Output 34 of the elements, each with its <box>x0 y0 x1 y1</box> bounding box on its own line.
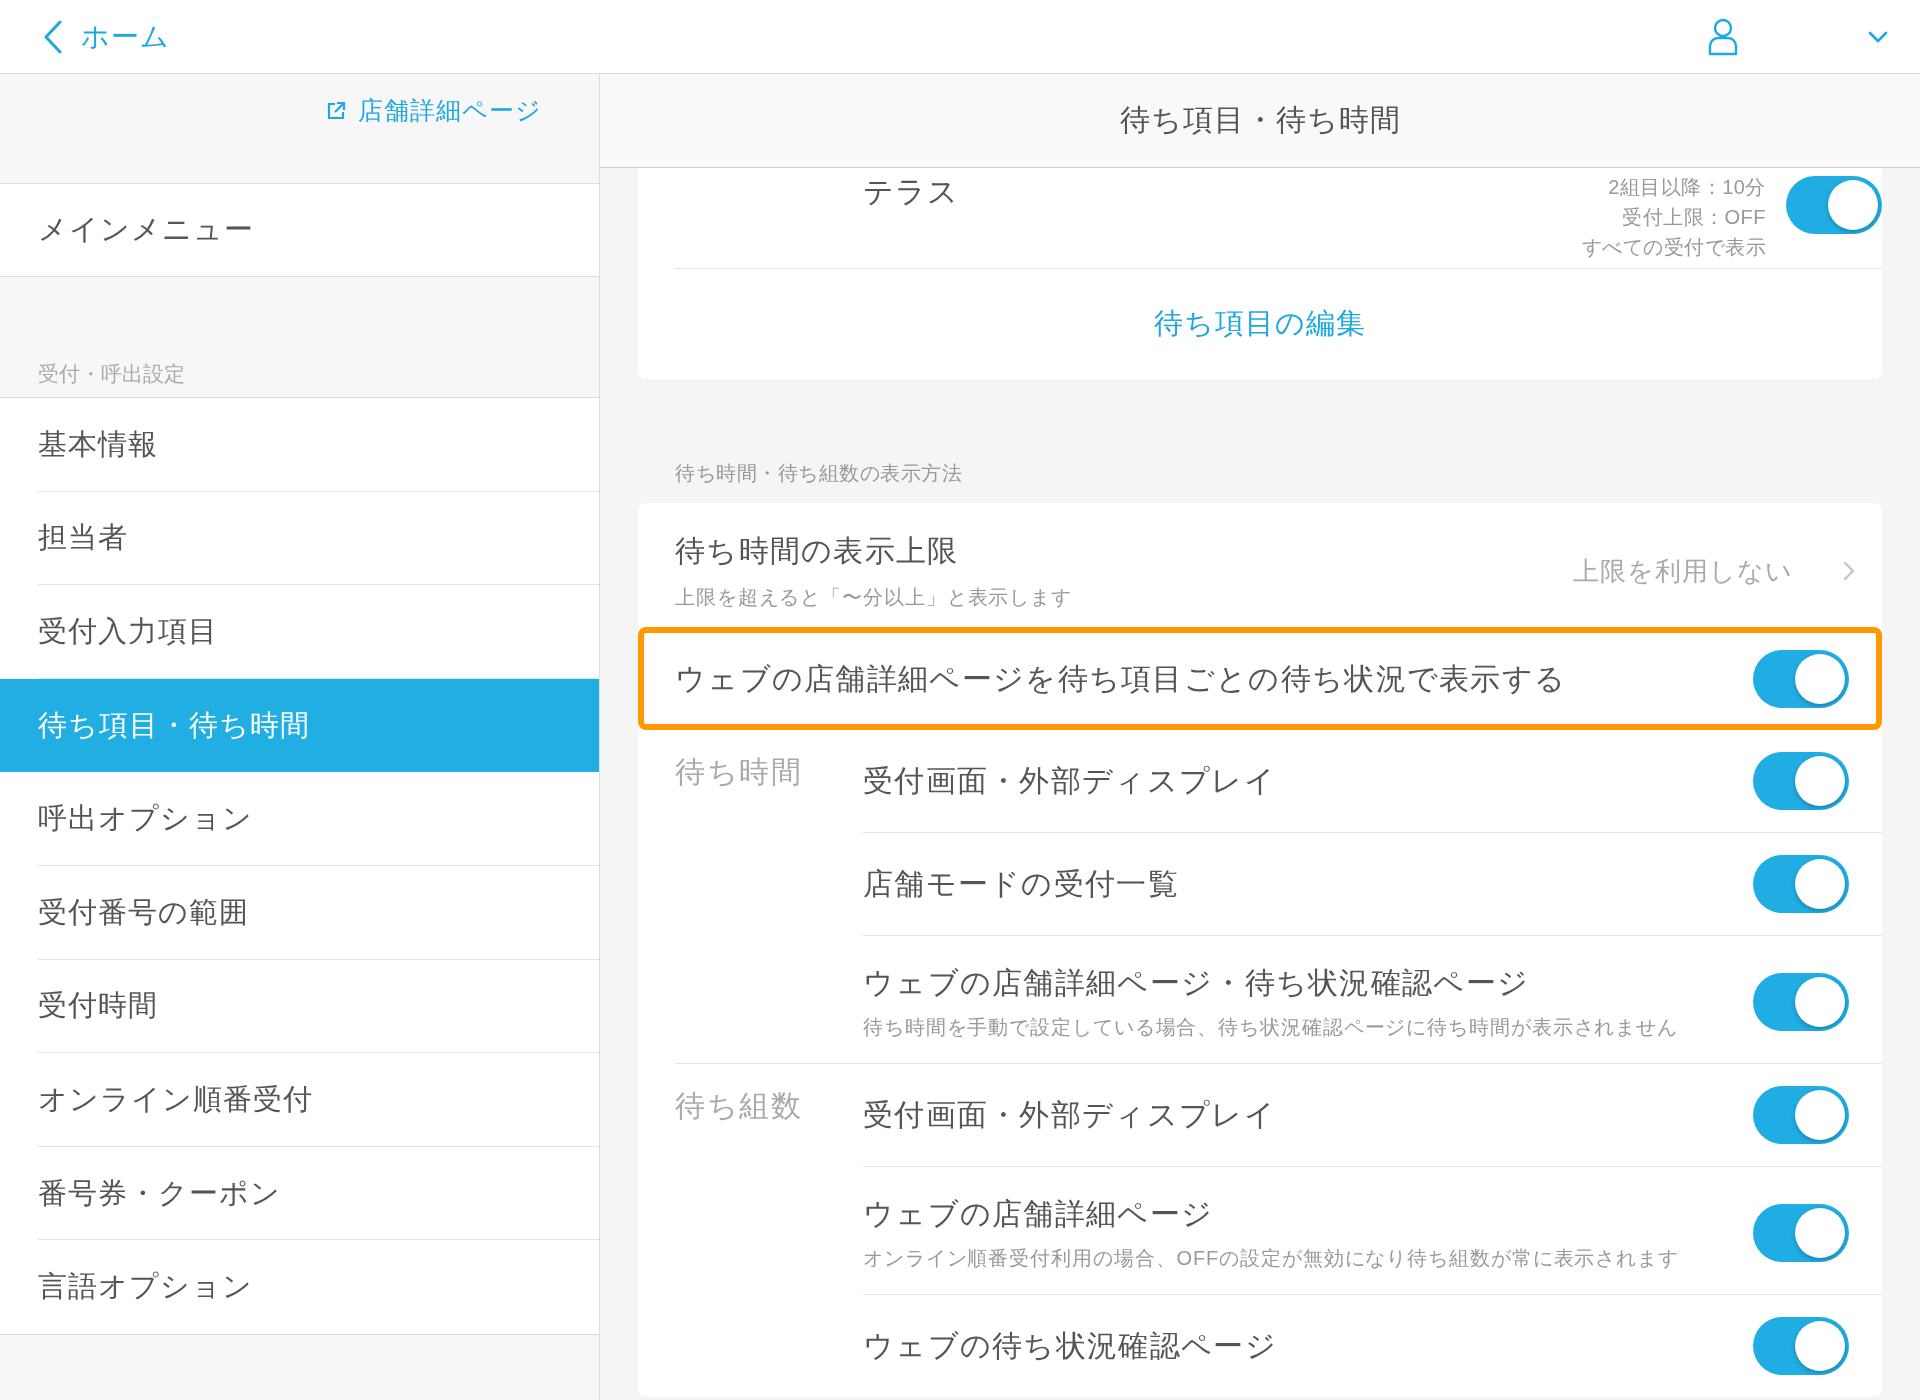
toggle-switch[interactable] <box>1753 752 1849 810</box>
panel-title: 待ち項目・待ち時間 <box>1119 102 1401 138</box>
toggle-switch[interactable] <box>1753 855 1849 913</box>
toggle-switch[interactable] <box>1753 973 1849 1031</box>
setting-label: ウェブの店舗詳細ページを待ち項目ごとの待ち状況で表示する <box>675 660 1567 697</box>
setting-note: 待ち時間を手動で設定している場合、待ち状況確認ページに待ち時間が表示されません <box>863 1015 1679 1040</box>
toggle-switch[interactable] <box>1786 176 1882 234</box>
user-icon[interactable] <box>1708 17 1738 56</box>
chevron-left-icon <box>43 19 63 54</box>
setting-label: ウェブの店舗詳細ページ・待ち状況確認ページ <box>863 965 1530 1001</box>
group-label: 待ち組数 <box>675 1088 802 1124</box>
chevron-down-icon[interactable] <box>1868 30 1888 43</box>
wait-item-detail: すべての受付で表示 <box>1581 235 1766 260</box>
group-label: 待ち時間 <box>675 754 802 790</box>
setting-label: 店舗モードの受付一覧 <box>863 866 1179 902</box>
setting-note: オンライン順番受付利用の場合、OFFの設定が無効になり待ち組数が常に表示されます <box>863 1246 1679 1271</box>
setting-label: 待ち時間の表示上限 <box>675 533 959 569</box>
setting-label: ウェブの店舗詳細ページ <box>863 1196 1214 1232</box>
external-link-icon <box>326 100 346 121</box>
section-heading: 受付・呼出設定 <box>38 361 185 387</box>
setting-label: ウェブの待ち状況確認ページ <box>863 1328 1277 1364</box>
setting-note: 上限を超えると「〜分以上」と表示します <box>675 585 1073 610</box>
toggle-switch[interactable] <box>1753 1204 1849 1262</box>
wait-item-detail: 2組目以降：10分 <box>1608 175 1766 200</box>
wait-item-detail: 受付上限：OFF <box>1622 205 1766 230</box>
section-heading: 待ち時間・待ち組数の表示方法 <box>675 462 962 484</box>
setting-label: 受付画面・外部ディスプレイ <box>863 1097 1276 1133</box>
wait-item-name: テラス <box>863 174 959 210</box>
toggle-switch[interactable] <box>1753 1086 1849 1144</box>
setting-label: 受付画面・外部ディスプレイ <box>863 763 1276 799</box>
toggle-switch[interactable] <box>1753 1317 1849 1375</box>
chevron-right-icon <box>1843 561 1855 581</box>
main-menu-item[interactable]: メインメニュー <box>0 184 599 277</box>
toggle-switch[interactable] <box>1753 649 1849 708</box>
